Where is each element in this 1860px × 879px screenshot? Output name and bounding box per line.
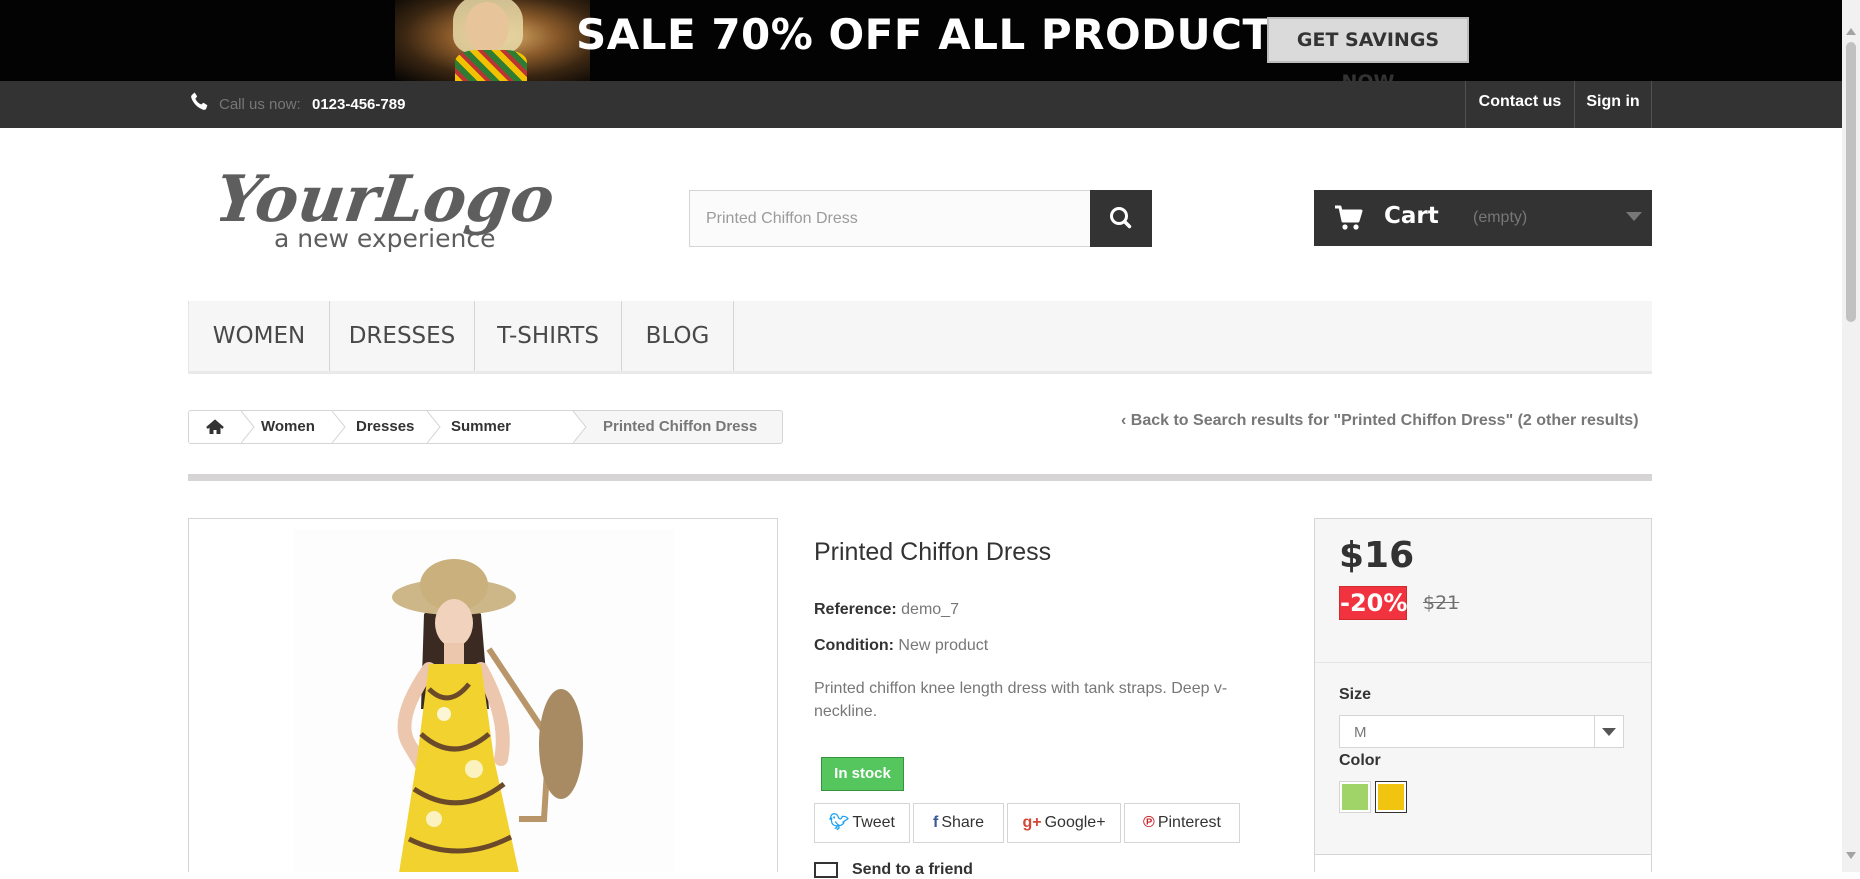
search-input[interactable] <box>690 191 1089 246</box>
envelope-icon <box>814 861 838 878</box>
phone-number: 0123-456-789 <box>312 96 406 113</box>
home-icon <box>206 419 224 434</box>
promo-model-image <box>395 0 590 81</box>
product-price: $16 <box>1339 535 1415 576</box>
top-bar: Call us now: 0123-456-789 Contact us Sig… <box>0 81 1842 128</box>
cart-status: (empty) <box>1473 209 1528 226</box>
color-swatch-green[interactable] <box>1339 781 1371 813</box>
tweet-button[interactable]: 🐦︎ Tweet <box>814 803 910 843</box>
breadcrumb-separator <box>573 411 587 443</box>
get-savings-button[interactable]: GET SAVINGS NOW <box>1267 17 1469 81</box>
phone-icon <box>191 92 208 110</box>
section-divider <box>188 474 1652 481</box>
product-reference: Reference: demo_7 <box>814 601 959 618</box>
google-plus-button[interactable]: g+ Google+ <box>1007 803 1121 843</box>
size-label: Size <box>1339 686 1372 703</box>
scroll-thumb[interactable] <box>1846 42 1856 322</box>
search-icon <box>1110 207 1132 229</box>
breadcrumb-summer-dresses[interactable]: Summer Dresses <box>427 411 573 443</box>
twitter-icon: 🐦︎ <box>829 814 850 831</box>
pinterest-icon: ℗ <box>1143 814 1155 831</box>
breadcrumb-separator <box>241 411 255 443</box>
menu-item-blog[interactable]: BLOG <box>622 301 734 371</box>
color-swatch-yellow[interactable] <box>1375 781 1407 813</box>
page-scrollbar[interactable] <box>1842 0 1860 872</box>
reduction-badge: -20% <box>1339 586 1407 620</box>
product-description: Printed chiffon knee length dress with t… <box>814 680 1228 720</box>
contact-us-link[interactable]: Contact us <box>1465 81 1574 128</box>
scroll-down-arrow[interactable] <box>1846 852 1856 859</box>
scroll-up-arrow[interactable] <box>1846 28 1856 35</box>
quantity-area <box>1315 854 1651 873</box>
breadcrumb-current: Printed Chiffon Dress <box>603 418 758 435</box>
cart-button[interactable]: Cart (empty) <box>1314 190 1652 246</box>
product-title: Printed Chiffon Dress <box>814 538 1052 566</box>
breadcrumb-separator <box>427 411 441 443</box>
breadcrumb: Women Dresses Summer Dresses Printed Chi… <box>188 410 783 444</box>
size-select[interactable]: M <box>1339 715 1624 748</box>
main-menu: WOMEN DRESSES T-SHIRTS BLOG <box>188 301 1652 374</box>
cart-label: Cart <box>1384 203 1439 229</box>
old-price: $21 <box>1423 592 1460 614</box>
promo-banner[interactable]: SALE 70% OFF ALL PRODUCTS GET SAVINGS NO… <box>0 0 1842 81</box>
size-value: M <box>1354 724 1367 741</box>
stock-badge: In stock <box>821 757 904 791</box>
menu-item-dresses[interactable]: DRESSES <box>330 301 475 371</box>
send-to-friend-link[interactable]: Send to a friend <box>814 861 973 879</box>
breadcrumb-separator <box>332 411 346 443</box>
color-label: Color <box>1339 752 1381 769</box>
google-plus-icon: g+ <box>1022 814 1042 831</box>
menu-item-t-shirts[interactable]: T-SHIRTS <box>475 301 622 371</box>
chevron-down-icon <box>1626 212 1642 221</box>
store-logo[interactable]: YourLogo a new experience <box>210 155 580 255</box>
breadcrumb-home[interactable] <box>189 411 241 443</box>
product-photo <box>294 529 674 872</box>
call-us-label: Call us now: <box>219 96 301 113</box>
chevron-left-icon: ‹ <box>1121 412 1131 429</box>
product-condition: Condition: New product <box>814 637 989 654</box>
promo-headline: SALE 70% OFF ALL PRODUCTS <box>576 10 1303 59</box>
menu-item-women[interactable]: WOMEN <box>188 301 330 371</box>
pinterest-button[interactable]: ℗ Pinterest <box>1124 803 1240 843</box>
back-to-search-link[interactable]: ‹ Back to Search results for "Printed Ch… <box>1121 412 1639 430</box>
price-area: $16 -20% $21 <box>1315 519 1651 663</box>
buy-box: $16 -20% $21 Size M Color <box>1314 518 1652 873</box>
search-button[interactable] <box>1090 190 1152 247</box>
product-main-image[interactable] <box>188 518 778 872</box>
share-button[interactable]: f Share <box>913 803 1004 843</box>
breadcrumb-dresses[interactable]: Dresses <box>332 411 427 443</box>
sign-in-link[interactable]: Sign in <box>1574 81 1652 128</box>
search-bar <box>689 190 1152 247</box>
svg-text:a new experience: a new experience <box>274 224 495 253</box>
chevron-down-icon <box>1594 716 1623 747</box>
cart-icon <box>1335 205 1363 230</box>
facebook-icon: f <box>932 814 939 831</box>
